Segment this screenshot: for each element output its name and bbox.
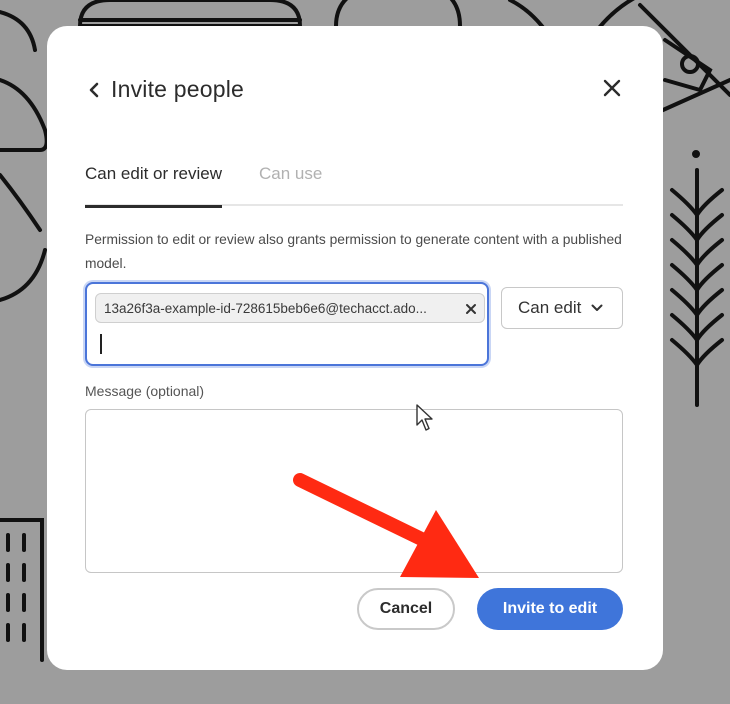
chevron-left-icon[interactable] xyxy=(85,77,103,103)
cancel-button[interactable]: Cancel xyxy=(357,588,455,630)
active-tab-indicator xyxy=(85,205,223,208)
invite-to-edit-button[interactable]: Invite to edit xyxy=(477,588,623,630)
dialog-title: Invite people xyxy=(111,76,245,102)
close-icon[interactable] xyxy=(601,77,623,99)
text-cursor xyxy=(100,334,102,354)
permission-dropdown[interactable]: Can edit xyxy=(501,287,623,329)
recipient-chip: 13a26f3a-example-id-728615beb6e6@techacc… xyxy=(95,293,485,323)
dialog-header: Invite people xyxy=(85,76,244,103)
tab-can-use[interactable]: Can use xyxy=(259,164,322,206)
permission-selected-value: Can edit xyxy=(518,298,582,317)
remove-recipient-icon[interactable] xyxy=(465,302,477,314)
invite-people-dialog: Invite people Can edit or review Can use… xyxy=(47,26,663,670)
invite-recipients-field[interactable]: 13a26f3a-example-id-728615beb6e6@techacc… xyxy=(85,282,489,366)
tab-label: Can edit or review xyxy=(85,164,223,183)
tab-label: Can use xyxy=(259,164,323,183)
message-label: Message (optional) xyxy=(85,383,205,399)
message-textarea[interactable] xyxy=(85,409,623,573)
permission-description: Permission to edit or review also grants… xyxy=(85,232,622,271)
chevron-down-icon xyxy=(591,302,603,314)
tab-can-edit-or-review[interactable]: Can edit or review xyxy=(85,164,223,208)
recipient-chip-value: 13a26f3a-example-id-728615beb6e6@techacc… xyxy=(104,300,427,316)
permission-tabs: Can edit or review Can use xyxy=(85,164,623,208)
mouse-pointer-icon xyxy=(416,404,433,431)
